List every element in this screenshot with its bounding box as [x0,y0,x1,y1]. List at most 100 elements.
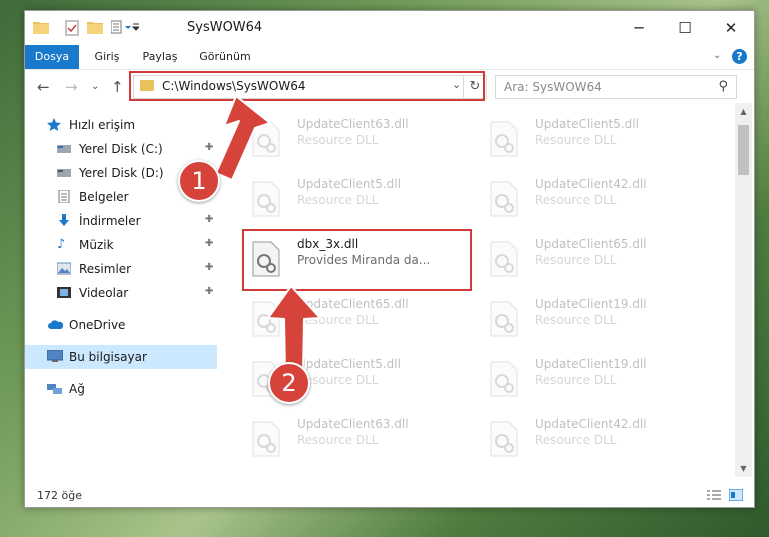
scrollbar-thumb[interactable] [738,125,749,175]
file-name: UpdateClient63.dll [297,117,409,131]
sidebar-item-label: OneDrive [69,318,126,332]
recent-locations-button[interactable]: ⌄ [91,78,99,96]
folder-icon [33,20,49,36]
window-title: SysWOW64 [187,20,263,35]
music-icon: ♪ [57,237,66,252]
dll-file-icon [251,421,281,457]
forward-button[interactable]: → [65,78,78,96]
dll-file-icon [251,181,281,217]
list-item[interactable]: UpdateClient5.dll Resource DLL [243,173,463,221]
scroll-down-icon[interactable]: ▼ [735,460,752,477]
document-icon [57,189,71,204]
drive-icon [57,166,71,179]
tab-gorunum[interactable]: Görünüm [195,45,255,69]
dll-file-icon [489,241,519,277]
video-icon [57,286,71,299]
network-icon [47,382,62,395]
list-item[interactable]: UpdateClient65.dll Resource DLL [243,293,463,341]
sidebar-item-downloads[interactable]: İndirmeler ✚ [25,209,217,233]
file-name: UpdateClient63.dll [297,417,409,431]
sidebar-item-network[interactable]: Ağ [25,377,217,401]
sidebar-item-label: Resimler [79,262,132,276]
minimize-button[interactable]: ─ [616,11,662,45]
help-icon[interactable]: ? [732,49,747,64]
file-name: UpdateClient19.dll [535,297,647,311]
navigation-pane: Hızlı erişim Yerel Disk (C:) ✚ Yerel Dis… [25,103,217,477]
sidebar-item-label: Videolar [79,286,129,300]
list-item[interactable]: UpdateClient42.dll Resource DLL [481,413,701,461]
file-name: UpdateClient19.dll [535,357,647,371]
file-description: Resource DLL [535,133,617,147]
file-description: Resource DLL [297,313,379,327]
tab-paylas[interactable]: Paylaş [135,45,185,69]
file-name: UpdateClient42.dll [535,417,647,431]
step-callout-1: 1 [178,160,220,202]
pin-icon: ✚ [205,214,214,225]
sidebar-item-quick-access[interactable]: Hızlı erişim [25,113,217,137]
list-item[interactable]: UpdateClient5.dll Resource DLL [481,113,701,161]
maximize-button[interactable]: ☐ [662,11,708,45]
sidebar-item-videos[interactable]: Videolar ✚ [25,281,217,305]
new-folder-icon[interactable] [87,20,103,36]
file-name: UpdateClient5.dll [535,117,639,131]
details-view-icon[interactable] [707,489,721,501]
search-icon: ⚲ [718,79,728,94]
sidebar-item-label: İndirmeler [79,214,141,228]
file-description: Resource DLL [535,193,617,207]
tab-giris[interactable]: Giriş [87,45,127,69]
list-item[interactable]: UpdateClient63.dll Resource DLL [243,413,463,461]
sidebar-item-label: Yerel Disk (C:) [79,142,163,156]
sidebar-item-pictures[interactable]: Resimler ✚ [25,257,217,281]
item-count: 172 öğe [37,489,82,502]
up-button[interactable]: ↑ [111,78,124,96]
file-name: UpdateClient65.dll [535,237,647,251]
cloud-icon [47,318,64,331]
computer-icon [46,349,64,363]
sidebar-item-label: Belgeler [79,190,129,204]
search-input[interactable]: Ara: SysWOW64 ⚲ [495,75,737,99]
download-icon [57,214,71,227]
dll-file-icon [251,301,281,337]
ribbon-tabs: Dosya Giriş Paylaş Görünüm ⌄ ? [25,45,754,69]
customize-quick-access-icon[interactable] [110,20,141,36]
file-name: UpdateClient5.dll [297,357,401,371]
chevron-down-icon[interactable]: ⌄ [713,50,721,61]
tab-dosya[interactable]: Dosya [25,45,79,69]
file-description: Resource DLL [535,253,617,267]
file-description: Resource DLL [535,433,617,447]
back-button[interactable]: ← [37,78,50,96]
sidebar-item-label: Müzik [79,238,114,252]
search-placeholder: Ara: SysWOW64 [504,80,602,94]
properties-icon[interactable] [65,20,79,36]
sidebar-item-this-pc[interactable]: Bu bilgisayar [25,345,217,369]
sidebar-item-label: Yerel Disk (D:) [79,166,164,180]
dll-file-icon [251,121,281,157]
list-item[interactable]: UpdateClient19.dll Resource DLL [481,353,701,401]
star-icon [47,118,61,131]
sidebar-item-label: Bu bilgisayar [69,350,147,364]
dll-file-icon [489,301,519,337]
pin-icon: ✚ [205,142,214,153]
list-item[interactable]: UpdateClient65.dll Resource DLL [481,233,701,281]
pin-icon: ✚ [205,262,214,273]
title-bar: SysWOW64 ─ ☐ ✕ [25,11,754,45]
vertical-scrollbar[interactable]: ▲ ▼ [735,103,752,477]
sidebar-item-music[interactable]: ♪ Müzik ✚ [25,233,217,257]
sidebar-item-onedrive[interactable]: OneDrive [25,313,217,337]
file-name: UpdateClient42.dll [535,177,647,191]
status-bar: 172 öğe [25,485,754,507]
close-button[interactable]: ✕ [708,11,754,45]
file-description: Resource DLL [297,193,379,207]
tiles-view-icon[interactable] [728,488,744,502]
list-item[interactable]: UpdateClient19.dll Resource DLL [481,293,701,341]
list-item[interactable]: UpdateClient42.dll Resource DLL [481,173,701,221]
sidebar-item-label: Ağ [69,382,85,396]
scroll-up-icon[interactable]: ▲ [735,103,752,120]
list-item[interactable]: UpdateClient63.dll Resource DLL [243,113,463,161]
dll-file-icon [489,181,519,217]
pin-icon: ✚ [205,286,214,297]
file-description: Resource DLL [535,313,617,327]
sidebar-item-local-disk-c[interactable]: Yerel Disk (C:) ✚ [25,137,217,161]
file-description: Resource DLL [297,133,379,147]
dll-file-icon [489,121,519,157]
